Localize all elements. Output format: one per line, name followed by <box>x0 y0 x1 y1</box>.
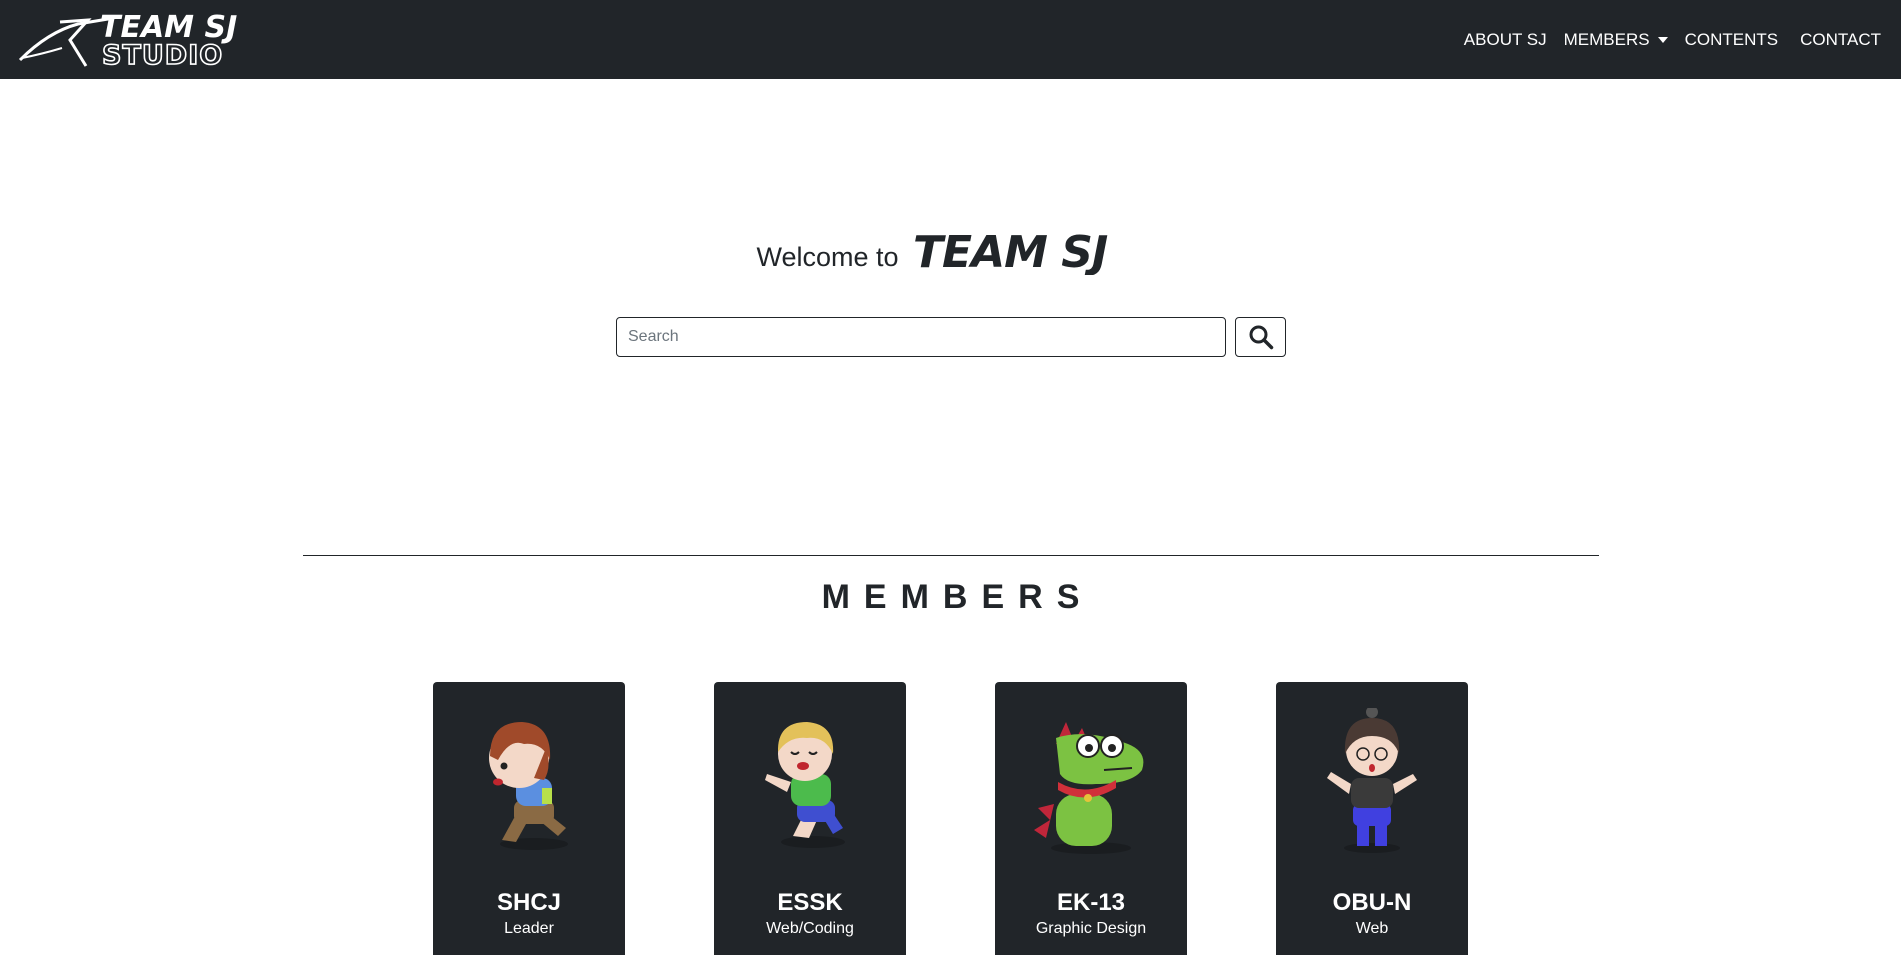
nav-contact-label: CONTACT <box>1800 29 1881 49</box>
chibi-crying-blond-icon <box>765 722 845 848</box>
search-button[interactable] <box>1235 317 1286 357</box>
caret-down-icon <box>1657 36 1668 43</box>
chibi-runner-brown-hair-icon <box>489 722 568 850</box>
top-navbar: TEAM SJ STUDIO ABOUT SJ MEMBERS CONTENTS… <box>0 0 1901 79</box>
member-role: Graphic Design <box>1035 920 1147 937</box>
members-title: MEMBERS <box>821 578 1094 616</box>
team-sj-logo: TEAM SJ <box>913 229 1109 275</box>
svg-text:TEAM SJ: TEAM SJ <box>913 229 1108 275</box>
nav-contact[interactable]: CONTACT <box>1800 30 1881 50</box>
member-card-ek-13[interactable]: EK-13 Graphic Design <box>995 682 1187 955</box>
nav-contents[interactable]: CONTENTS <box>1685 30 1779 50</box>
member-card-shcj[interactable]: SHCJ Leader <box>433 682 625 955</box>
member-name: ESSK <box>777 889 843 916</box>
green-dinosaur-icon <box>1034 722 1144 854</box>
member-role: Web <box>1355 920 1389 937</box>
member-card-essk[interactable]: ESSK Web/Coding <box>714 682 906 955</box>
search-icon <box>1249 325 1273 350</box>
nav-about-label: ABOUT SJ <box>1463 29 1547 49</box>
search-input[interactable] <box>616 317 1226 357</box>
member-role: Leader <box>504 920 554 937</box>
member-name: OBU-N <box>1332 889 1412 916</box>
nav-about-sj[interactable]: ABOUT SJ <box>1464 30 1547 50</box>
member-card-obu-n[interactable]: OBU-N Web <box>1276 682 1468 955</box>
welcome-text: Welcome to <box>756 241 899 272</box>
brand-logo[interactable]: TEAM SJ STUDIO <box>18 10 283 68</box>
svg-text:STUDIO: STUDIO <box>102 40 223 68</box>
member-name: EK-13 <box>1056 889 1126 916</box>
member-role: Web/Coding <box>766 920 854 937</box>
member-name: SHCJ <box>496 889 562 916</box>
chibi-glasses-bun-icon <box>1327 708 1417 853</box>
welcome-heading: Welcome to TEAM SJ <box>0 222 1901 282</box>
nav-contents-label: CONTENTS <box>1684 29 1779 49</box>
nav-members-dropdown[interactable]: MEMBERS <box>1564 30 1668 50</box>
section-divider <box>303 555 1599 556</box>
nav-members-label: MEMBERS <box>1563 29 1650 49</box>
nav-links: ABOUT SJ MEMBERS CONTENTS CONTACT <box>1447 0 1881 79</box>
